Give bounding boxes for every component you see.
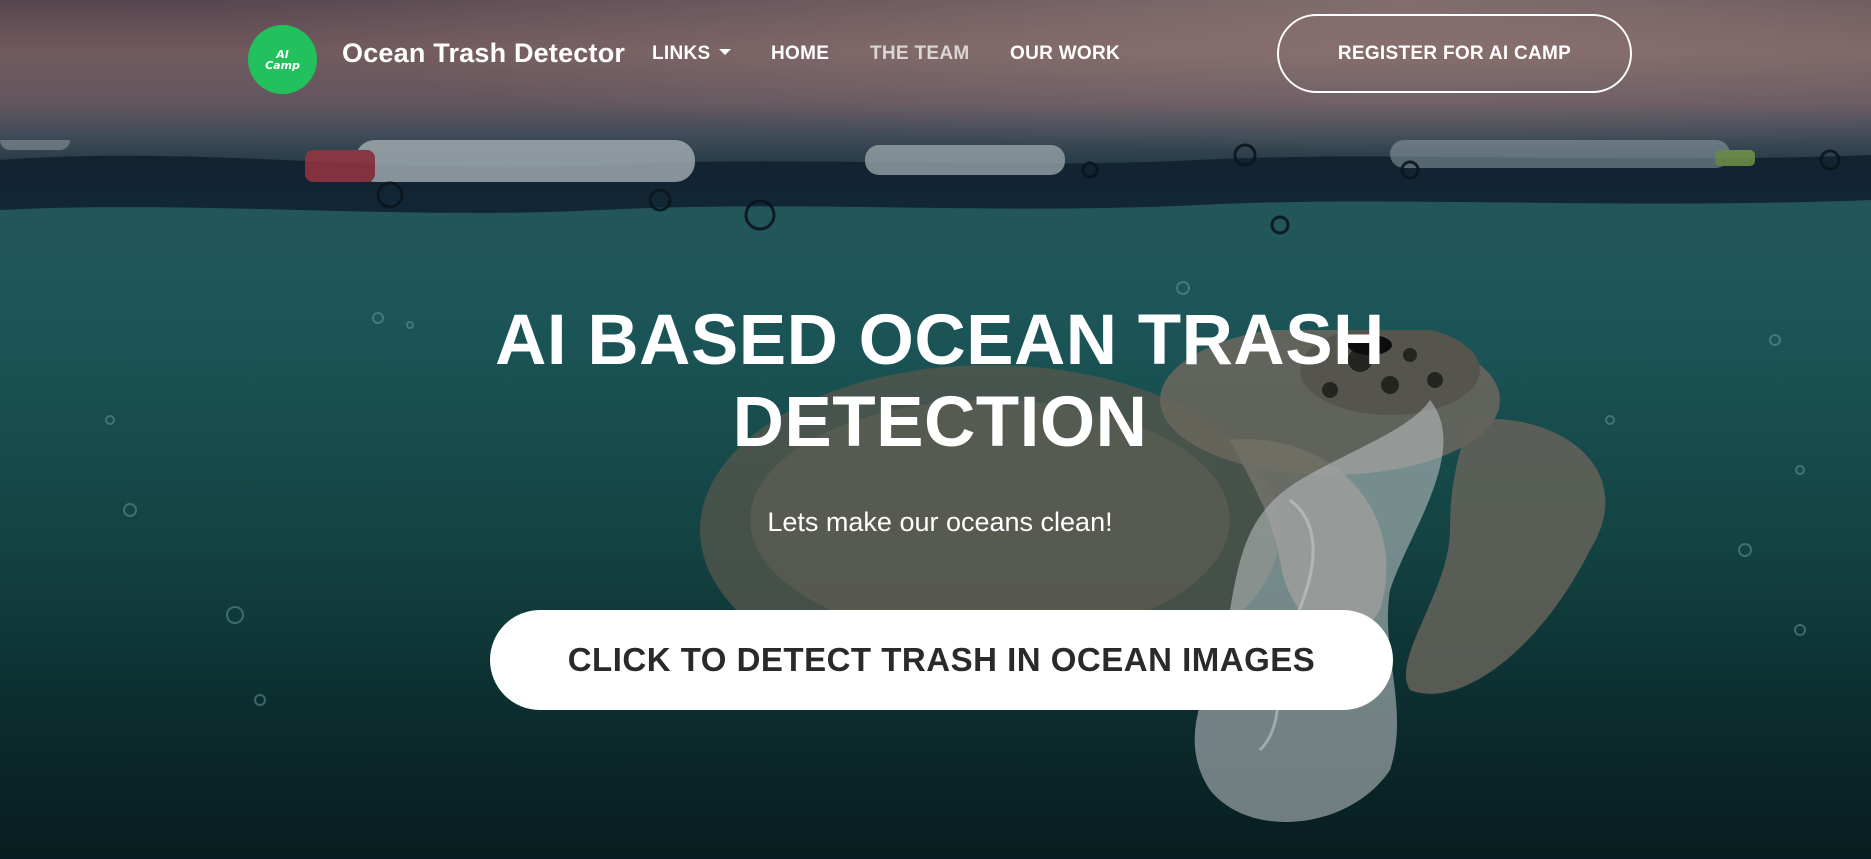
brand-title[interactable]: Ocean Trash Detector — [342, 38, 625, 69]
logo-text-line1: AI — [276, 47, 289, 61]
ai-camp-logo-icon[interactable]: AI Camp — [248, 25, 317, 94]
nav-home[interactable]: HOME — [771, 43, 829, 65]
headline-line2: DETECTION — [732, 383, 1148, 462]
hero-subtitle: Lets make our oceans clean! — [767, 507, 1113, 537]
headline-line1: AI BASED OCEAN TRASH — [495, 301, 1385, 380]
register-ai-camp-button[interactable]: REGISTER FOR AI CAMP — [1277, 14, 1632, 93]
nav-links-label: LINKS — [652, 43, 711, 64]
logo-text-line2: Camp — [265, 58, 300, 72]
chevron-down-icon — [718, 48, 731, 55]
navbar: AI Camp Ocean Trash Detector LINKS HOME … — [0, 0, 1871, 110]
page-title: AI BASED OCEAN TRASH DETECTION — [435, 300, 1445, 464]
nav-our-work[interactable]: OUR WORK — [1010, 43, 1120, 65]
nav-the-team[interactable]: THE TEAM — [870, 43, 970, 65]
nav-links-dropdown[interactable]: LINKS — [652, 43, 731, 65]
logo-text: AI Camp — [265, 49, 300, 71]
detect-trash-button[interactable]: CLICK TO DETECT TRASH IN OCEAN IMAGES — [490, 610, 1393, 710]
hero-section: AI Camp Ocean Trash Detector LINKS HOME … — [0, 0, 1871, 859]
